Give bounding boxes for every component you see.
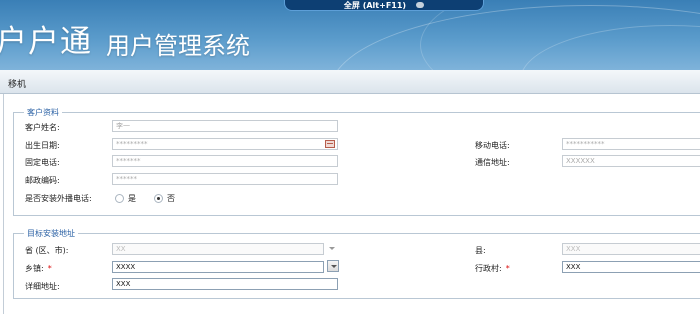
mobile-phone-input[interactable]: *********** [562, 138, 700, 150]
village-label-text: 行政村: [475, 264, 502, 273]
birth-date-input[interactable]: ********* [112, 138, 338, 150]
village-select[interactable]: XXX [562, 261, 700, 273]
detail-address-label: 详细地址: [25, 282, 60, 291]
fullscreen-button[interactable]: 全屏 (Alt+F11) [284, 0, 484, 11]
toggle-icon [416, 2, 425, 8]
province-select[interactable]: XX [112, 243, 324, 255]
postcode-input[interactable]: ****** [112, 173, 338, 185]
required-mark: * [505, 264, 510, 273]
county-select[interactable]: XXX [562, 243, 700, 255]
radio-yes-label: 是 [128, 194, 136, 203]
panel-title: 移机 [8, 80, 27, 90]
app-subtitle: 用户管理系统 [106, 32, 250, 60]
external-speaker-label: 是否安装外播电话: [25, 194, 92, 203]
customer-name-label: 客户姓名: [25, 123, 60, 132]
target-address-legend: 目标安装地址 [24, 228, 78, 239]
village-label: 行政村: * [475, 264, 510, 274]
town-label-text: 乡镇: [25, 264, 44, 273]
mail-address-input[interactable]: XXXXXX [562, 155, 700, 167]
customer-name-input[interactable]: 李一 [112, 120, 338, 132]
chevron-down-icon[interactable] [326, 243, 338, 255]
province-label: 省 (区、市): [25, 246, 69, 255]
landline-phone-input[interactable]: ******* [112, 155, 338, 167]
birth-date-value: ********* [116, 140, 148, 148]
panel-border [3, 94, 4, 314]
birth-date-label: 出生日期: [25, 141, 60, 150]
county-label: 县: [475, 246, 486, 255]
fullscreen-label: 全屏 (Alt+F11) [343, 1, 407, 10]
town-select[interactable]: XXXX [112, 261, 324, 273]
postcode-label: 邮政编码: [25, 176, 60, 185]
required-mark: * [47, 264, 52, 273]
mobile-phone-label: 移动电话: [475, 141, 510, 150]
panel-title-bar: 移机 [0, 70, 700, 94]
chevron-down-icon[interactable] [327, 260, 339, 272]
detail-address-input[interactable]: XXX [112, 278, 338, 290]
town-label: 乡镇: * [25, 264, 52, 274]
landline-phone-label: 固定电话: [25, 158, 60, 167]
radio-yes[interactable] [115, 194, 124, 203]
mail-address-label: 通信地址: [475, 158, 510, 167]
radio-no[interactable] [154, 194, 163, 203]
brand-logo-text: 户户通 [0, 24, 92, 60]
customer-info-legend: 客户资料 [24, 107, 62, 118]
calendar-icon[interactable] [325, 140, 335, 148]
radio-no-label: 否 [167, 194, 175, 203]
